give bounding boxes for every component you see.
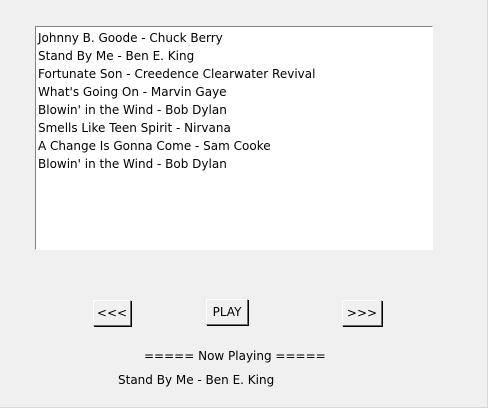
playlist-listbox[interactable]: Johnny B. Goode - Chuck Berry Stand By M… (35, 26, 433, 250)
playlist-item[interactable]: Fortunate Son - Creedence Clearwater Rev… (36, 65, 432, 83)
next-button[interactable]: >>> (342, 300, 382, 326)
play-button[interactable]: PLAY (206, 299, 248, 325)
playlist-item[interactable]: Smells Like Teen Spirit - Nirvana (36, 119, 432, 137)
playlist-item[interactable]: Johnny B. Goode - Chuck Berry (36, 29, 432, 47)
now-playing-header: ===== Now Playing ===== (144, 349, 326, 363)
music-player-window: Johnny B. Goode - Chuck Berry Stand By M… (0, 0, 488, 408)
previous-button[interactable]: <<< (93, 300, 131, 326)
playlist-item[interactable]: What's Going On - Marvin Gaye (36, 83, 432, 101)
playlist-item[interactable]: Stand By Me - Ben E. King (36, 47, 432, 65)
playlist-item[interactable]: A Change Is Gonna Come - Sam Cooke (36, 137, 432, 155)
playlist-item[interactable]: Blowin' in the Wind - Bob Dylan (36, 101, 432, 119)
playlist-item[interactable]: Blowin' in the Wind - Bob Dylan (36, 155, 432, 173)
now-playing-song: Stand By Me - Ben E. King (118, 373, 275, 387)
